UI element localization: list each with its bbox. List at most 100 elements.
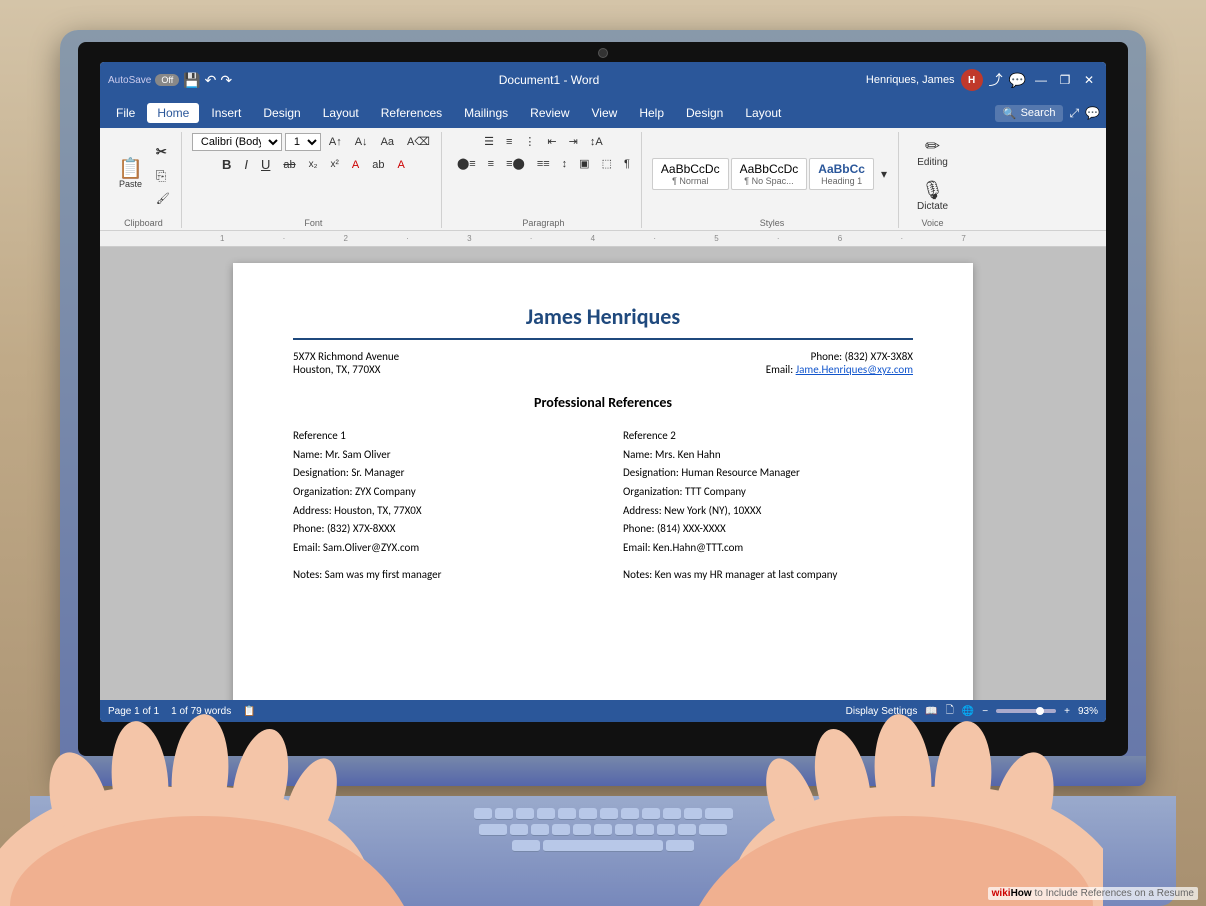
menu-home[interactable]: Home: [147, 103, 199, 123]
font-family-selector[interactable]: Calibri (Body): [192, 133, 282, 151]
style-no-spacing[interactable]: AaBbCcDc ¶ No Spac...: [731, 158, 808, 190]
phone-email-block: Phone: (832) X7X-3X8X Email: Jame.Henriq…: [766, 350, 913, 376]
change-case-button[interactable]: Aa: [376, 133, 399, 151]
font-size-selector[interactable]: 11: [285, 133, 321, 151]
menu-design[interactable]: Design: [253, 103, 310, 123]
cut-button[interactable]: ✂: [151, 141, 175, 163]
menu-insert[interactable]: Insert: [201, 103, 251, 123]
email-address: Jame.Henriques@xyz.com: [796, 363, 913, 376]
numbering-button[interactable]: ≡: [501, 133, 517, 151]
close-button[interactable]: ✕: [1080, 71, 1098, 89]
autosave-toggle[interactable]: Off: [155, 74, 179, 86]
ref1-email: Email: Sam.Oliver@ZYX.com: [293, 539, 583, 558]
autosave-label: AutoSave: [108, 75, 151, 86]
how-label: How: [1011, 888, 1032, 899]
address-line2: Houston, TX, 770XX: [293, 363, 399, 376]
align-right-button[interactable]: ≡⬤: [501, 154, 530, 173]
comments-icon[interactable]: 💬: [1009, 72, 1026, 89]
paragraph-label: Paragraph: [522, 218, 564, 228]
copy-button[interactable]: ⎘: [151, 165, 175, 187]
ref1-phone: Phone: (832) X7X-8XXX: [293, 520, 583, 539]
address-block: 5X7X Richmond Avenue Houston, TX, 770XX: [293, 350, 399, 376]
contact-row: 5X7X Richmond Avenue Houston, TX, 770XX …: [293, 350, 913, 376]
menu-review[interactable]: Review: [520, 103, 579, 123]
save-icon[interactable]: 💾: [183, 72, 200, 89]
editing-icon: ✏: [925, 136, 940, 157]
user-avatar[interactable]: H: [961, 69, 983, 91]
heading1-label: Heading 1: [818, 176, 865, 186]
sort-button[interactable]: ↕A: [585, 133, 608, 151]
superscript-button[interactable]: x²: [326, 156, 344, 173]
dictate-label: Dictate: [917, 201, 948, 212]
search-bar[interactable]: 🔍 Search: [995, 105, 1064, 122]
clipboard-group: 📋 Paste ✂ ⎘ 🖌 Clipboard: [106, 132, 182, 228]
multilevel-list-button[interactable]: ⋮: [519, 132, 540, 151]
highlight-button[interactable]: ab: [367, 156, 389, 174]
style-normal[interactable]: AaBbCcDc ¶ Normal: [652, 158, 729, 190]
line-spacing-button[interactable]: ↕: [557, 155, 573, 173]
editing-button[interactable]: ✏ Editing: [909, 132, 956, 172]
menu-layout2[interactable]: Layout: [735, 103, 791, 123]
styles-more-button[interactable]: ▾: [876, 164, 892, 184]
clipboard-content: 📋 Paste ✂ ⎘ 🖌: [112, 132, 175, 216]
increase-font-button[interactable]: A↑: [324, 133, 347, 151]
underline-button[interactable]: U: [256, 154, 275, 175]
decrease-indent-button[interactable]: ⇤: [542, 132, 561, 151]
align-left-button[interactable]: ⬤≡: [452, 154, 481, 173]
format-painter-button[interactable]: 🖌: [151, 189, 175, 208]
webcam: [598, 48, 608, 58]
comments-menu-icon[interactable]: 💬: [1085, 106, 1100, 120]
email-label: Email:: [766, 363, 796, 376]
style-heading1[interactable]: AaBbCc Heading 1: [809, 158, 874, 190]
restore-button[interactable]: ❐: [1056, 71, 1074, 89]
bullets-button[interactable]: ☰: [479, 132, 499, 151]
dictate-button[interactable]: 🎙 Dictate: [909, 176, 956, 216]
search-expand-icon[interactable]: ⤢: [1069, 106, 1079, 121]
increase-indent-button[interactable]: ⇥: [564, 132, 583, 151]
align-center-button[interactable]: ≡: [483, 155, 499, 173]
voice-content: ✏ Editing 🎙 Dictate: [909, 132, 956, 216]
paste-button[interactable]: 📋 Paste: [112, 152, 149, 196]
document-area[interactable]: James Henriques 5X7X Richmond Avenue Hou…: [100, 247, 1106, 700]
paragraph-group: ☰ ≡ ⋮ ⇤ ⇥ ↕A ⬤≡ ≡ ≡⬤ ≡≡ ↕: [446, 132, 642, 228]
show-hide-button[interactable]: ¶: [619, 155, 635, 173]
menu-file[interactable]: File: [106, 103, 145, 123]
no-spacing-preview: AaBbCcDc: [740, 162, 799, 176]
document-name: James Henriques: [293, 303, 913, 330]
subscript-button[interactable]: x₂: [304, 156, 323, 173]
justify-button[interactable]: ≡≡: [532, 155, 555, 173]
shading-button[interactable]: ▣: [574, 154, 594, 173]
ruler-marks: 1 · 2 · 3 · 4 · 5 · 6 · 7: [220, 234, 994, 243]
right-hand-area: [603, 686, 1206, 906]
search-label: Search: [1021, 107, 1056, 119]
ruler: 1 · 2 · 3 · 4 · 5 · 6 · 7: [100, 231, 1106, 247]
decrease-font-button[interactable]: A↓: [350, 133, 373, 151]
menu-help[interactable]: Help: [629, 103, 674, 123]
menu-view[interactable]: View: [582, 103, 628, 123]
paste-label: Paste: [119, 179, 142, 189]
reference1-column: Reference 1 Name: Mr. Sam Oliver Designa…: [293, 427, 583, 585]
strikethrough-button[interactable]: ab: [278, 156, 300, 174]
menu-references[interactable]: References: [371, 103, 452, 123]
normal-preview: AaBbCcDc: [661, 162, 720, 176]
menu-layout[interactable]: Layout: [313, 103, 369, 123]
share-icon[interactable]: ⤴: [989, 70, 1003, 90]
menu-mailings[interactable]: Mailings: [454, 103, 518, 123]
voice-group: ✏ Editing 🎙 Dictate Voice: [903, 132, 962, 228]
menu-design2[interactable]: Design: [676, 103, 733, 123]
heading1-preview: AaBbCc: [818, 162, 865, 176]
undo-button[interactable]: ↶: [205, 72, 217, 89]
window-title: Document1 - Word: [238, 73, 860, 87]
borders-button[interactable]: ⬚: [597, 154, 617, 173]
font-color-button[interactable]: A: [392, 156, 409, 174]
no-spacing-label: ¶ No Spac...: [740, 176, 799, 186]
minimize-button[interactable]: —: [1032, 71, 1050, 89]
text-color-button[interactable]: A: [347, 156, 364, 174]
redo-button[interactable]: ↷: [220, 72, 232, 89]
word-window: AutoSave Off 💾 ↶ ↷ Document1 - Word Henr…: [100, 62, 1106, 722]
address-line1: 5X7X Richmond Avenue: [293, 350, 399, 363]
italic-button[interactable]: I: [239, 154, 253, 175]
clear-format-button[interactable]: A⌫: [402, 132, 435, 151]
bold-button[interactable]: B: [217, 154, 236, 175]
paste-icon: 📋: [118, 159, 143, 179]
